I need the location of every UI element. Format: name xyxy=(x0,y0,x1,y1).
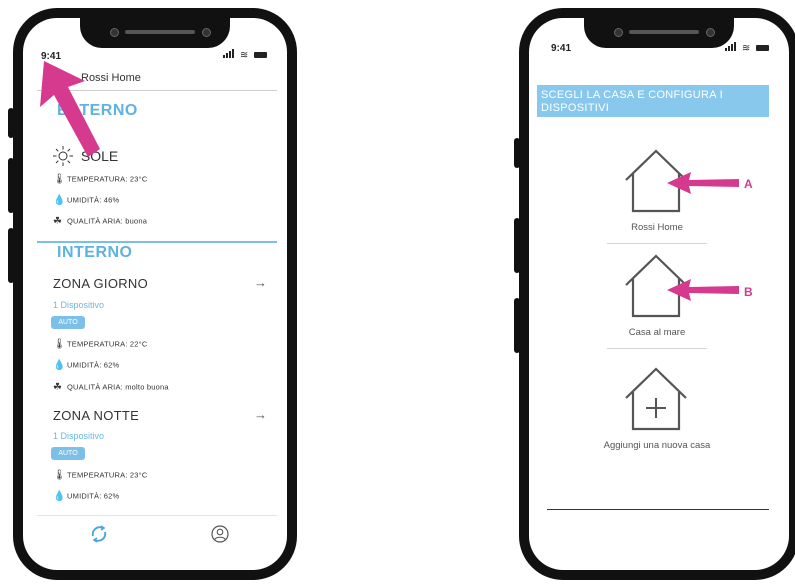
info-row: 🌡TEMPERATURA: 23°C xyxy=(53,174,147,185)
air-quality-icon: ☘ xyxy=(53,216,63,227)
status-icons: ≋ xyxy=(223,49,267,61)
left-phone-side-button xyxy=(8,108,14,138)
right-phone-frame: 9:41 ≋ SCEGLI LA CASA E CONFIGURA I DISP… xyxy=(514,8,795,580)
bottom-nav xyxy=(37,515,277,556)
right-phone-side-button xyxy=(514,138,520,168)
right-phone-side-button xyxy=(514,218,520,273)
camera xyxy=(614,28,623,37)
info-text: TEMPERATURA: 22°C xyxy=(67,339,148,349)
camera xyxy=(110,28,119,37)
house-label[interactable]: Rossi Home xyxy=(597,222,717,233)
left-phone-side-button xyxy=(8,228,14,283)
drop-icon: 💧 xyxy=(53,360,66,371)
signal-icon xyxy=(725,42,737,51)
drop-icon: 💧 xyxy=(53,491,66,502)
thermometer-icon: 🌡 xyxy=(53,174,66,185)
section-divider xyxy=(37,241,277,243)
bottom-divider xyxy=(547,509,769,510)
pointer-arrow-a xyxy=(667,172,739,194)
air-quality-icon: ☘ xyxy=(53,382,63,393)
battery-icon xyxy=(756,45,769,52)
notch xyxy=(80,18,230,48)
marker-a: A xyxy=(744,177,753,191)
info-row: ☘ QUALITÀ ARIA: buona xyxy=(53,216,147,227)
status-icons: ≋ xyxy=(725,42,769,54)
info-row: 💧UMIDITÀ: 62% xyxy=(53,360,119,371)
status-time: 9:41 xyxy=(551,43,572,54)
camera xyxy=(202,28,211,37)
zone-title-notte[interactable]: ZONA NOTTE xyxy=(53,408,139,423)
arrow-right-icon[interactable]: → xyxy=(254,275,267,290)
battery-icon xyxy=(254,52,267,59)
page-banner: SCEGLI LA CASA E CONFIGURA I DISPOSITIVI xyxy=(537,85,769,117)
signal-icon xyxy=(223,49,235,58)
notch xyxy=(584,18,734,48)
house-separator xyxy=(607,243,707,244)
mode-badge[interactable]: AUTO xyxy=(51,316,85,329)
thermometer-icon: 🌡 xyxy=(53,339,66,350)
camera xyxy=(706,28,715,37)
marker-b: B xyxy=(744,285,753,299)
device-count: 1 Dispositivo xyxy=(53,431,105,441)
arrow-right-icon[interactable]: → xyxy=(254,407,267,422)
sync-icon[interactable] xyxy=(89,524,109,544)
info-row: 🌡TEMPERATURA: 22°C xyxy=(53,339,147,350)
zone-title-giorno[interactable]: ZONA GIORNO xyxy=(53,276,148,291)
house-label[interactable]: Casa al mare xyxy=(597,327,717,338)
info-row: 💧UMIDITÀ: 46% xyxy=(53,195,119,206)
wifi-icon: ≋ xyxy=(239,49,249,61)
section-title-interno: INTERNO xyxy=(57,244,133,261)
info-text: QUALITÀ ARIA: buona xyxy=(67,216,148,226)
add-house-label[interactable]: Aggiungi una nuova casa xyxy=(569,440,745,451)
device-count: 1 Dispositivo xyxy=(53,300,105,310)
house-separator xyxy=(607,348,707,349)
speaker xyxy=(629,30,699,34)
pointer-arrow-b xyxy=(667,279,739,301)
info-text: UMIDITÀ: 62% xyxy=(67,491,120,501)
info-text: TEMPERATURA: 23°C xyxy=(67,470,148,480)
right-phone-side-button xyxy=(514,298,520,353)
add-house-icon[interactable] xyxy=(624,366,688,432)
info-text: UMIDITÀ: 46% xyxy=(67,195,120,205)
info-row: ☘ QUALITÀ ARIA: molto buona xyxy=(53,382,169,393)
pointer-arrow xyxy=(40,61,100,157)
left-phone-side-button xyxy=(8,158,14,213)
info-row: 💧UMIDITÀ: 62% xyxy=(53,491,119,502)
info-text: QUALITÀ ARIA: molto buona xyxy=(67,382,169,392)
user-icon[interactable] xyxy=(210,524,230,544)
speaker xyxy=(125,30,195,34)
info-text: TEMPERATURA: 23°C xyxy=(67,174,148,184)
drop-icon: 💧 xyxy=(53,195,66,206)
wifi-icon: ≋ xyxy=(741,42,751,54)
thermometer-icon: 🌡 xyxy=(53,470,66,481)
info-row: 🌡TEMPERATURA: 23°C xyxy=(53,470,147,481)
info-text: UMIDITÀ: 62% xyxy=(67,360,120,370)
mode-badge[interactable]: AUTO xyxy=(51,447,85,460)
